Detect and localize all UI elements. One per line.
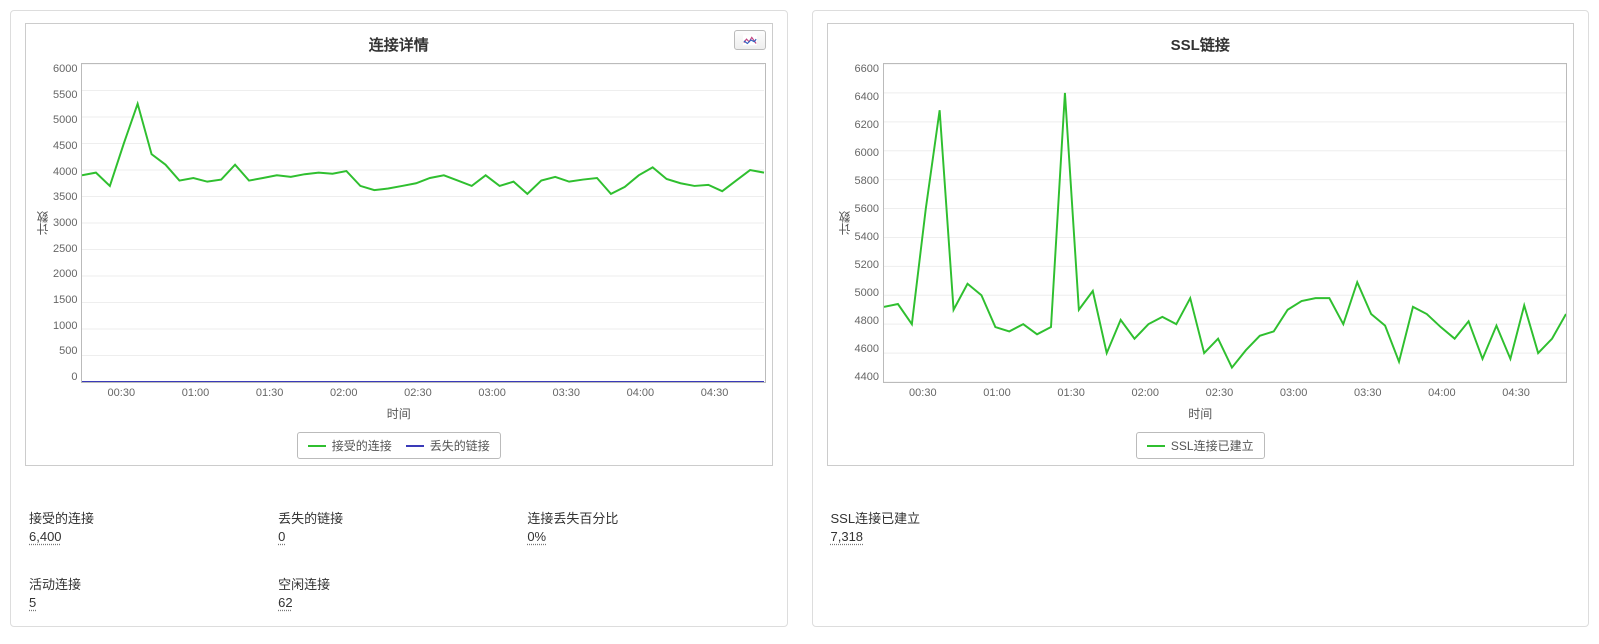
- panel-ssl: SSL链接 计数 6600640062006000580056005400520…: [812, 10, 1590, 627]
- xticks-left: 00:3001:0001:3002:0002:3003:0003:3004:00…: [98, 383, 766, 399]
- chart-export-button[interactable]: [734, 30, 766, 50]
- chart-area-right: SSL链接 计数 6600640062006000580056005400520…: [827, 23, 1575, 466]
- stat-drop-pct: 连接丢失百分比 0%: [527, 508, 768, 544]
- legend-left: 接受的连接 丢失的链接: [297, 432, 501, 459]
- xlabel-left: 时间: [32, 405, 766, 422]
- legend-item-accepted[interactable]: 接受的连接: [308, 437, 392, 454]
- ylabel-left: 计数: [32, 63, 53, 383]
- xlabel-right: 时间: [834, 405, 1568, 422]
- chart-area-left: 连接详情 计数 60005500500045004000350030002500…: [25, 23, 773, 466]
- chart-title-left: 连接详情: [32, 34, 766, 55]
- legend-right: SSL连接已建立: [1136, 432, 1265, 459]
- yticks-right: 6600640062006000580056005400520050004800…: [855, 63, 883, 383]
- stat-active: 活动连接 5: [29, 574, 270, 610]
- legend-label: SSL连接已建立: [1171, 437, 1254, 454]
- stat-idle: 空闲连接 62: [278, 574, 519, 610]
- legend-label: 丢失的链接: [430, 437, 490, 454]
- stat-dropped: 丢失的链接 0: [278, 508, 519, 544]
- plot-left: [81, 63, 765, 383]
- stat-accepted: 接受的连接 6,400: [29, 508, 270, 544]
- chart-title-right: SSL链接: [834, 34, 1568, 55]
- stat-ssl-established: SSL连接已建立 7,318: [831, 508, 1072, 544]
- legend-item-ssl[interactable]: SSL连接已建立: [1147, 437, 1254, 454]
- panel-connections: 连接详情 计数 60005500500045004000350030002500…: [10, 10, 788, 627]
- ylabel-right: 计数: [834, 63, 855, 383]
- stats-right: SSL连接已建立 7,318: [827, 508, 1575, 544]
- plot-right: [883, 63, 1567, 383]
- legend-label: 接受的连接: [332, 437, 392, 454]
- yticks-left: 6000550050004500400035003000250020001500…: [53, 63, 81, 383]
- xticks-right: 00:3001:0001:3002:0002:3003:0003:3004:00…: [900, 383, 1568, 399]
- legend-item-dropped[interactable]: 丢失的链接: [406, 437, 490, 454]
- stats-left: 接受的连接 6,400 丢失的链接 0 连接丢失百分比 0% 活动连接 5 空闲…: [25, 508, 773, 610]
- chart-tool-icon: [743, 34, 757, 46]
